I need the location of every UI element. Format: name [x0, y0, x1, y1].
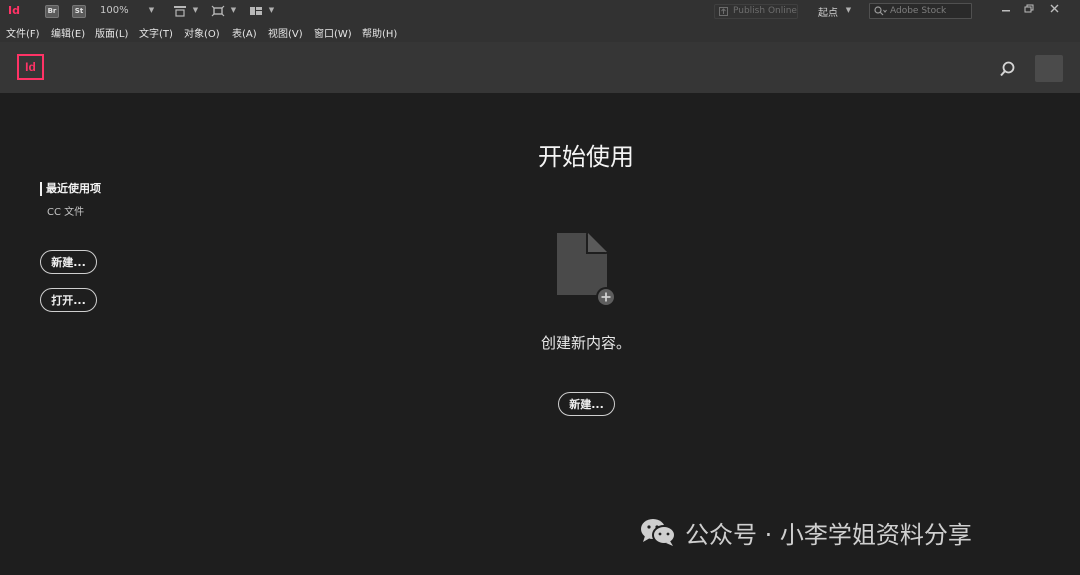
- menu-view[interactable]: 视图(V): [268, 25, 303, 40]
- bridge-button[interactable]: Br: [45, 5, 59, 18]
- publish-online-button[interactable]: Publish Online: [714, 4, 798, 19]
- search-icon: [874, 6, 887, 16]
- arrange-documents-dropdown-icon[interactable]: ▼: [267, 6, 276, 15]
- menu-window[interactable]: 窗口(W): [314, 25, 352, 40]
- screen-mode-dropdown-icon[interactable]: ▼: [229, 6, 238, 15]
- menu-layout[interactable]: 版面(L): [95, 25, 128, 40]
- start-screen-main: 最近使用项 CC 文件 新建... 打开... 开始使用 创建新内容。 新建..…: [0, 93, 1080, 575]
- screen-mode-icon[interactable]: [211, 5, 225, 17]
- close-icon[interactable]: [1045, 2, 1065, 16]
- stock-button[interactable]: St: [72, 5, 86, 18]
- page-title: 开始使用: [538, 143, 634, 171]
- menu-type[interactable]: 文字(T): [139, 25, 173, 40]
- app-bar: Id Br St 100% ▼ ▼ ▼ ▼ Publish Online 起点 …: [0, 0, 1080, 23]
- menu-object[interactable]: 对象(O): [184, 25, 220, 40]
- sidebar-item-recent[interactable]: 最近使用项: [40, 182, 101, 196]
- publish-icon: [719, 7, 728, 16]
- sidebar-open-button[interactable]: 打开...: [40, 288, 97, 312]
- sidebar-new-button[interactable]: 新建...: [40, 250, 97, 274]
- publish-online-label: Publish Online: [733, 6, 797, 16]
- start-screen-header: Id: [0, 42, 1080, 93]
- menu-bar: 文件(F) 编辑(E) 版面(L) 文字(T) 对象(O) 表(A) 视图(V)…: [0, 23, 1080, 42]
- adobe-stock-placeholder: Adobe Stock: [890, 6, 947, 16]
- zoom-dropdown-icon[interactable]: ▼: [147, 6, 156, 15]
- adobe-stock-search[interactable]: Adobe Stock: [869, 3, 972, 19]
- watermark-text: 公众号 · 小李学姐资料分享: [685, 520, 972, 549]
- main-new-button[interactable]: 新建...: [558, 392, 615, 416]
- watermark: 公众号 · 小李学姐资料分享: [639, 511, 972, 553]
- user-avatar[interactable]: [1035, 55, 1063, 82]
- workspace-switcher[interactable]: 起点: [818, 4, 838, 19]
- restore-icon[interactable]: [1019, 2, 1039, 16]
- menu-table[interactable]: 表(A): [232, 25, 257, 40]
- view-options-dropdown-icon[interactable]: ▼: [191, 6, 200, 15]
- create-new-content-text: 创建新内容。: [540, 334, 631, 352]
- indesign-logo: Id: [17, 54, 44, 80]
- workspace-dropdown-icon[interactable]: ▼: [844, 6, 853, 15]
- sidebar-item-cc-files[interactable]: CC 文件: [47, 203, 84, 218]
- minimize-icon[interactable]: [996, 2, 1016, 16]
- search-icon[interactable]: [999, 60, 1017, 78]
- new-document-icon[interactable]: [555, 231, 619, 309]
- indesign-app-icon: Id: [8, 4, 20, 17]
- view-options-icon[interactable]: [173, 5, 187, 17]
- zoom-level[interactable]: 100%: [100, 5, 129, 16]
- menu-help[interactable]: 帮助(H): [362, 25, 397, 40]
- wechat-icon: [641, 519, 676, 546]
- arrange-documents-icon[interactable]: [249, 5, 263, 17]
- menu-file[interactable]: 文件(F): [6, 25, 40, 40]
- menu-edit[interactable]: 编辑(E): [51, 25, 85, 40]
